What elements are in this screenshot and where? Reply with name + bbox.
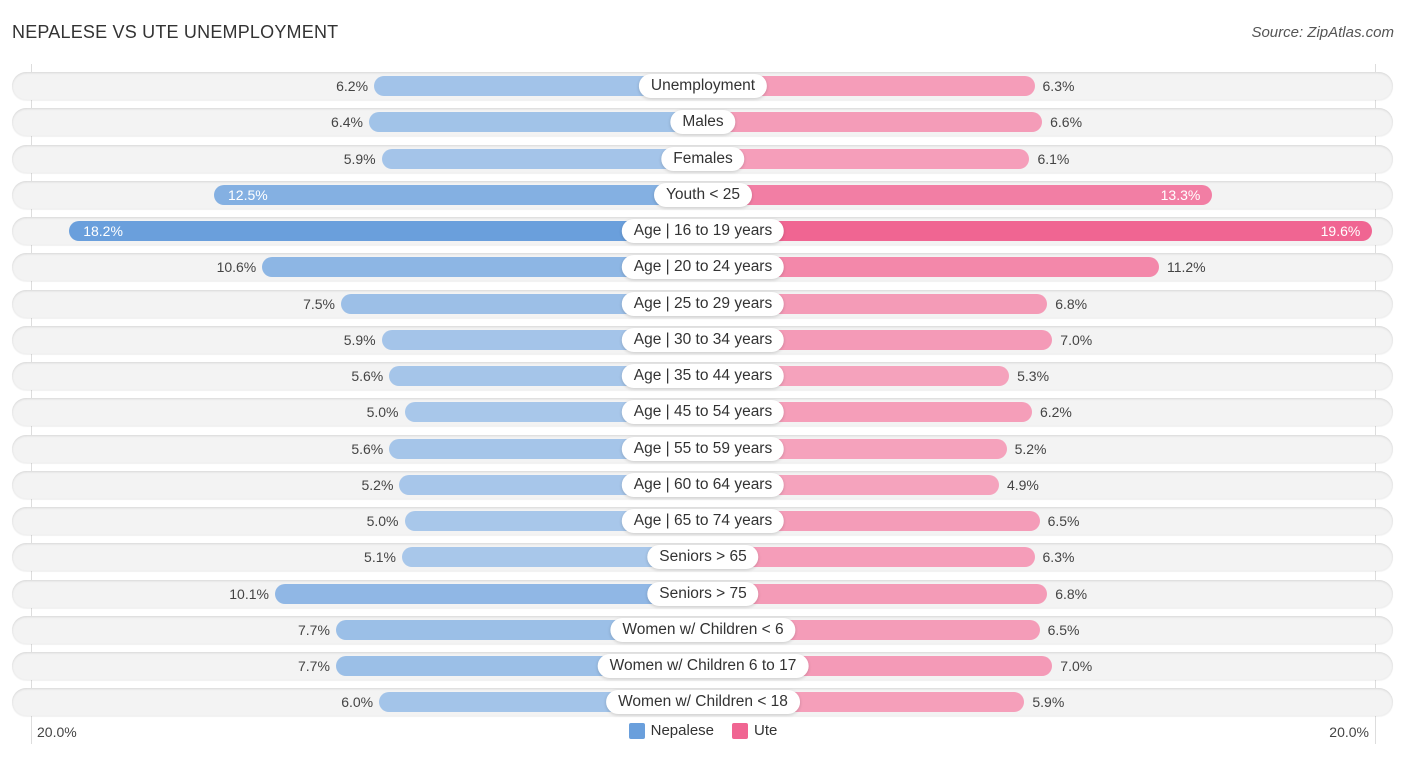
value-label-nepalese: 10.1% — [229, 585, 269, 602]
bar-nepalese[interactable] — [69, 221, 703, 241]
category-label: Females — [661, 146, 745, 171]
value-label-ute: 6.1% — [1037, 150, 1070, 167]
bar-nepalese[interactable] — [274, 583, 703, 604]
bar-ute[interactable] — [703, 184, 1213, 205]
value-label-nepalese: 5.0% — [366, 513, 399, 529]
value-label-nepalese: 6.2% — [336, 78, 369, 94]
legend-swatch-nepalese — [628, 722, 645, 739]
value-label-ute: 6.8% — [1055, 585, 1088, 602]
value-label-ute: 4.9% — [1006, 476, 1039, 493]
category-label: Age | 30 to 34 years — [621, 327, 785, 352]
value-label-nepalese: 5.2% — [361, 476, 394, 493]
legend-item-ute[interactable]: Ute — [732, 722, 777, 739]
bar-nepalese[interactable] — [381, 148, 703, 169]
value-label-ute: 6.5% — [1047, 621, 1080, 638]
value-label-nepalese: 10.6% — [216, 259, 257, 276]
value-label-ute: 5.9% — [1032, 694, 1065, 711]
value-label-nepalese: 7.7% — [298, 658, 330, 674]
bar-ute[interactable] — [703, 221, 1373, 241]
category-label: Age | 20 to 24 years — [621, 255, 785, 280]
category-label: Women w/ Children 6 to 17 — [597, 654, 809, 678]
bar-ute[interactable] — [703, 112, 1043, 133]
legend: Nepalese Ute — [0, 722, 1406, 739]
value-label-ute: 13.3% — [1160, 186, 1201, 203]
value-label-ute: 7.0% — [1060, 658, 1093, 674]
legend-label-ute: Ute — [754, 722, 778, 739]
category-label: Age | 60 to 64 years — [621, 472, 785, 497]
category-label: Unemployment — [638, 74, 768, 98]
value-label-ute: 19.6% — [1320, 223, 1361, 239]
value-label-nepalese: 5.9% — [343, 331, 376, 348]
value-label-nepalese: 7.5% — [303, 295, 335, 312]
value-label-nepalese: 5.6% — [351, 368, 384, 384]
category-label: Age | 45 to 54 years — [621, 400, 785, 425]
value-label-nepalese: 5.0% — [366, 404, 399, 421]
value-label-ute: 5.3% — [1017, 368, 1050, 384]
category-label: Age | 35 to 44 years — [621, 364, 785, 388]
category-label: Age | 65 to 74 years — [621, 509, 785, 533]
bar-ute[interactable] — [703, 148, 1030, 169]
value-label-nepalese: 5.1% — [364, 549, 396, 566]
legend-swatch-ute — [732, 722, 749, 739]
category-label: Women w/ Children < 18 — [606, 690, 800, 715]
category-label: Age | 25 to 29 years — [621, 291, 785, 316]
value-label-nepalese: 12.5% — [228, 186, 268, 203]
legend-item-nepalese[interactable]: Nepalese — [628, 722, 715, 739]
value-label-ute: 5.2% — [1014, 440, 1047, 457]
value-label-ute: 6.3% — [1042, 549, 1075, 566]
category-label: Age | 16 to 19 years — [621, 219, 785, 243]
value-label-nepalese: 7.7% — [298, 621, 330, 638]
category-label: Age | 55 to 59 years — [621, 436, 785, 461]
value-label-nepalese: 5.6% — [351, 440, 384, 457]
bar-nepalese[interactable] — [368, 112, 703, 133]
category-label: Seniors > 65 — [647, 545, 759, 570]
category-label: Women w/ Children < 6 — [610, 617, 796, 642]
legend-label-nepalese: Nepalese — [650, 722, 715, 739]
chart-title: NEPALESE VS UTE UNEMPLOYMENT — [12, 22, 339, 42]
value-label-ute: 11.2% — [1166, 259, 1206, 276]
value-label-ute: 6.8% — [1055, 295, 1088, 312]
value-label-nepalese: 6.0% — [341, 694, 374, 711]
value-label-nepalese: 6.4% — [331, 114, 363, 131]
value-label-ute: 6.6% — [1050, 114, 1083, 131]
source-label: Source: ZipAtlas.com — [1251, 24, 1394, 41]
value-label-ute: 7.0% — [1060, 331, 1093, 348]
value-label-nepalese: 5.9% — [343, 150, 376, 167]
value-label-nepalese: 18.2% — [83, 223, 123, 239]
value-label-ute: 6.3% — [1042, 78, 1075, 94]
category-label: Seniors > 75 — [647, 581, 759, 606]
category-label: Males — [670, 110, 736, 135]
value-label-ute: 6.5% — [1047, 513, 1080, 529]
category-label: Youth < 25 — [654, 182, 752, 207]
bar-nepalese[interactable] — [214, 184, 703, 205]
value-label-ute: 6.2% — [1039, 404, 1072, 421]
